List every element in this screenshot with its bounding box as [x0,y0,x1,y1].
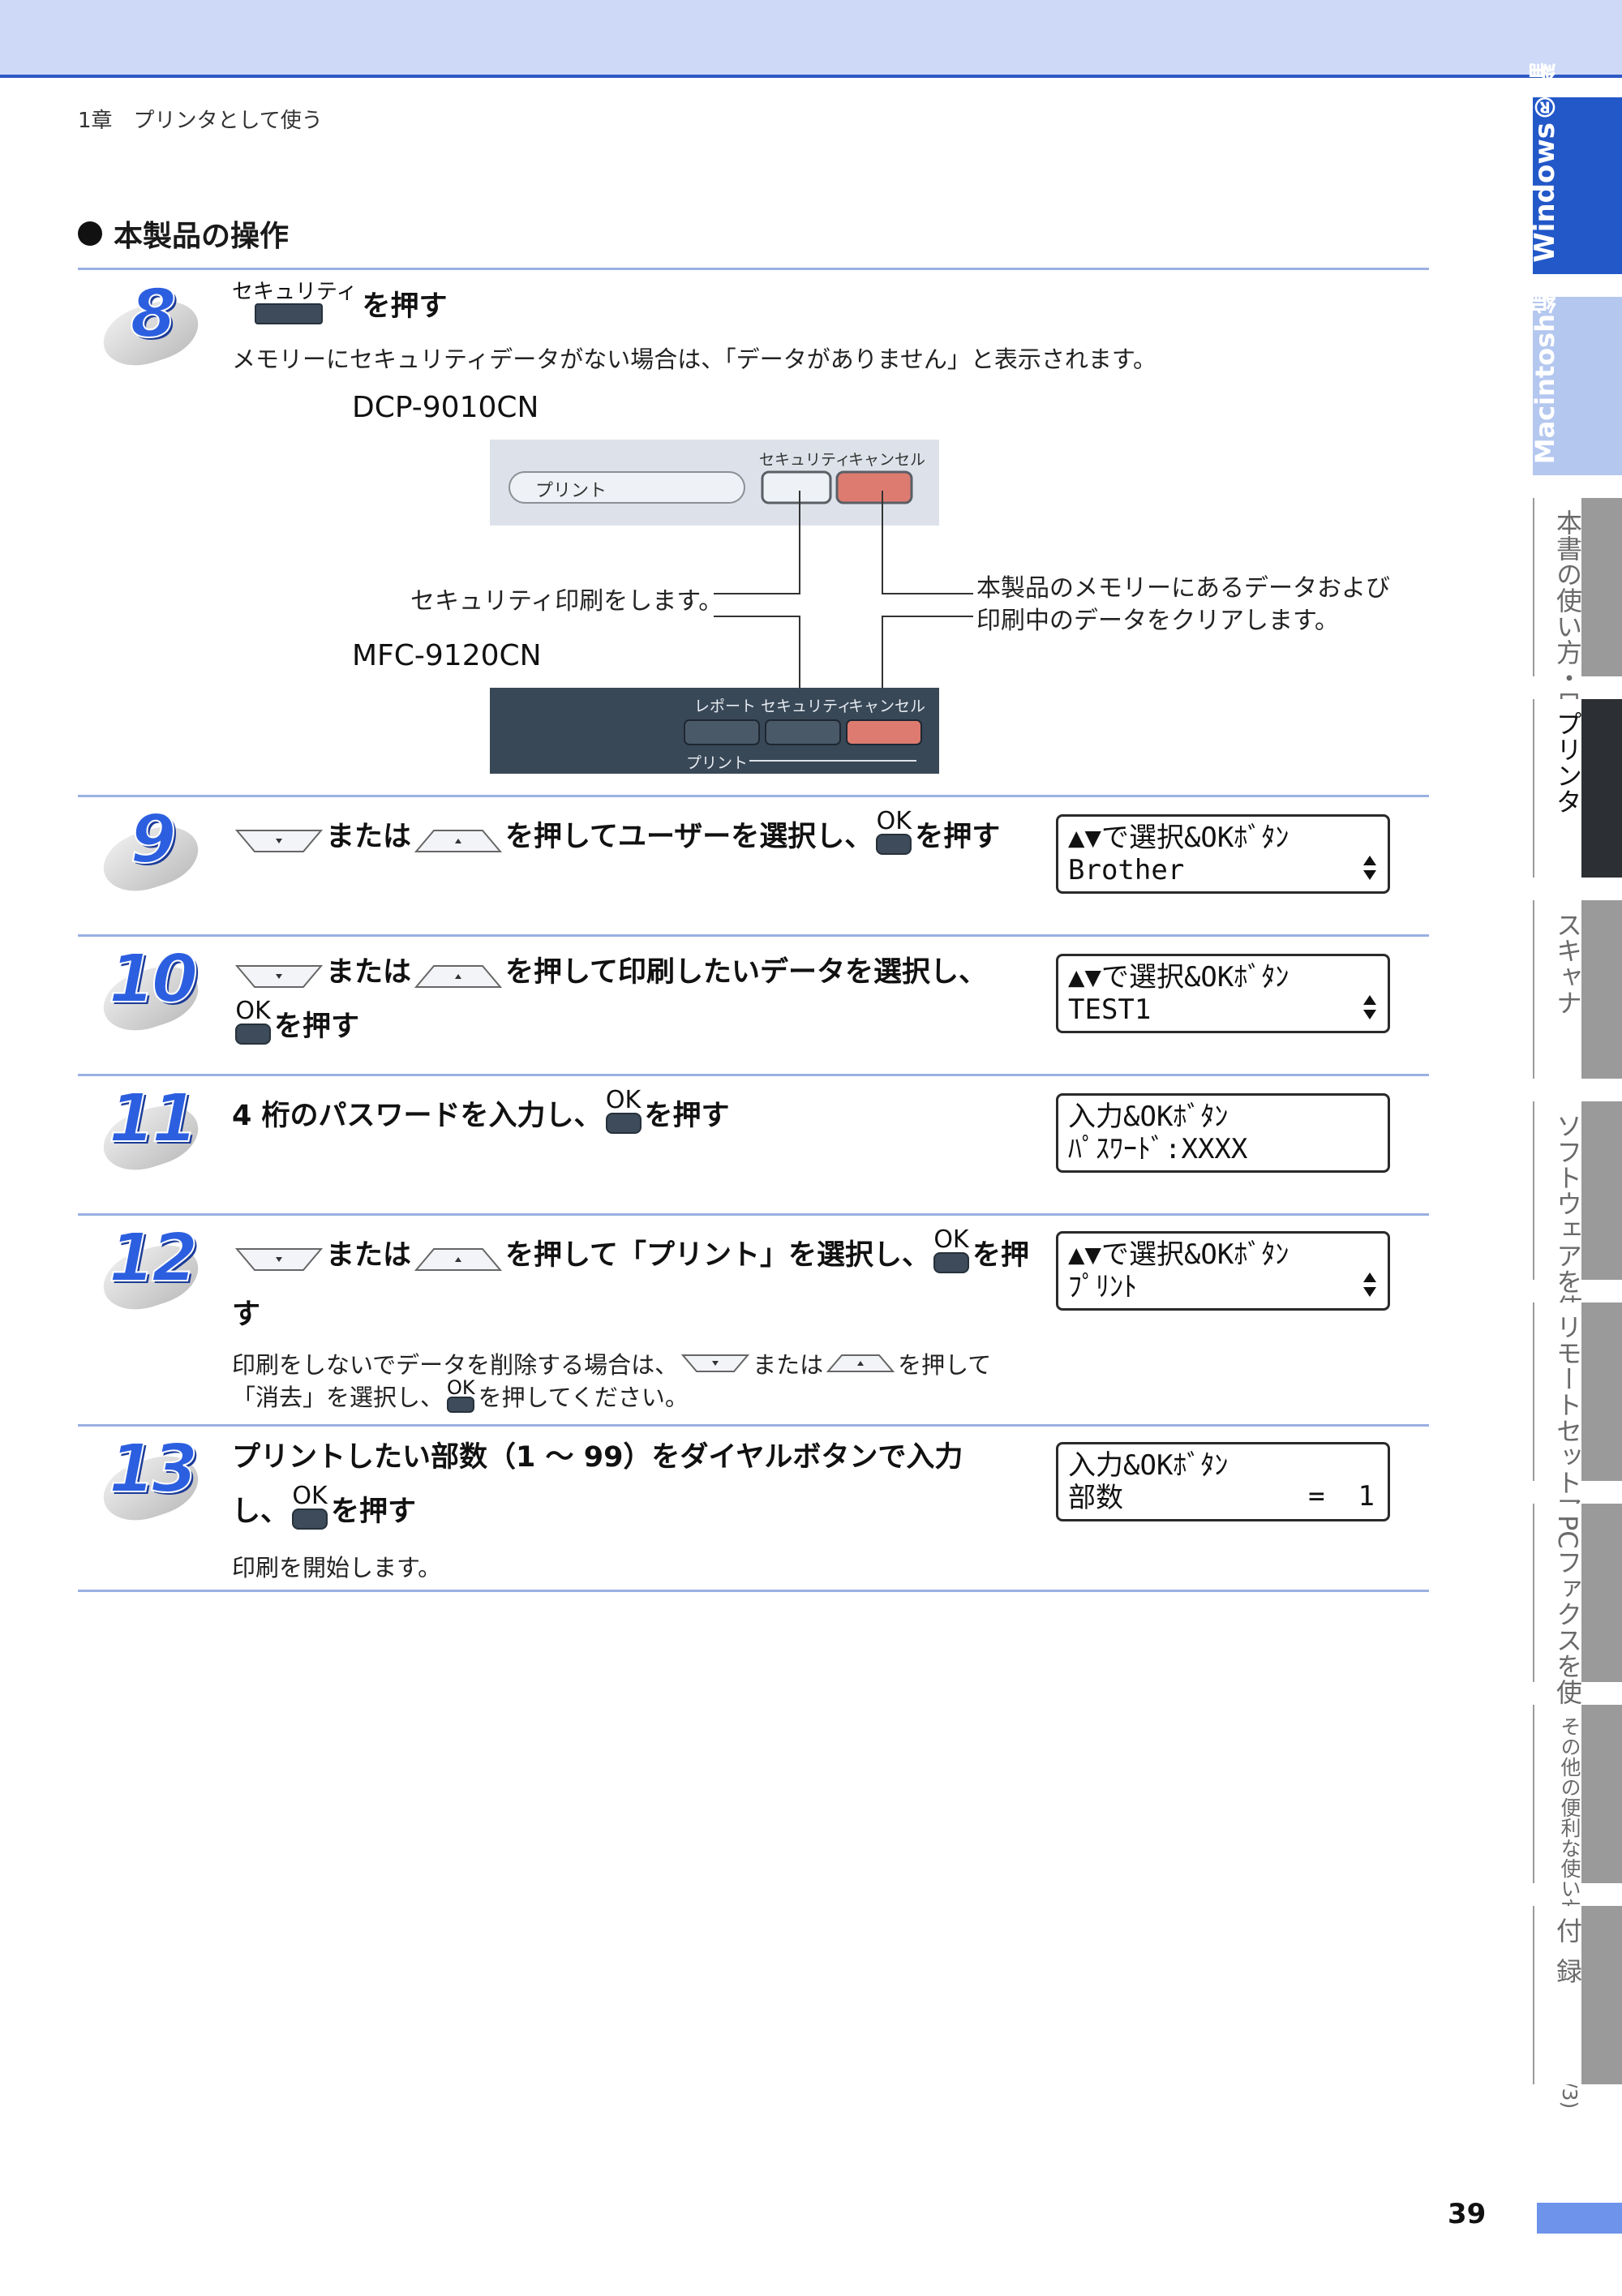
step-number-12: 12 [91,1219,212,1325]
step-number-10: 10 [91,940,212,1046]
up-down-icon [1363,856,1376,880]
step-12-note-line2: 「消去」を選択し、 OK を押してください。 [232,1376,689,1413]
down-arrow-key-icon [681,1353,750,1374]
lcd-display-step13: 入力&OKﾎﾞﾀﾝ 部数 = 1 [1056,1442,1390,1521]
step-12-instruction-cont: す [232,1298,261,1331]
mfc-cancel-label: キャンセル [848,697,926,715]
ok-key-icon: OK [235,999,271,1045]
lcd-display-step11: 入力&OKﾎﾞﾀﾝ ﾊﾟｽﾜｰﾄﾞ:XXXX [1056,1093,1390,1173]
step-number-13: 13 [91,1430,212,1536]
ok-key-icon: OK [447,1378,475,1413]
up-down-icon [1363,995,1376,1019]
mfc-security-label: セキュリティ [761,697,852,715]
callout-cancel-line1: 本製品のメモリーにあるデータおよび [976,574,1390,603]
up-arrow-key-icon [826,1353,895,1374]
callout-security: セキュリティ印刷をします。 [410,587,723,616]
mfc-print-label: プリント [686,754,749,772]
step-13-instruction: プリントしたい部数（1 ～ 99）をダイヤルボタンで入力 [232,1441,963,1474]
tab-software-settings[interactable]: ソフトウェアを使うための設定 [1533,1101,1622,1476]
callout-cancel-line2: 印刷中のデータをクリアします。 [976,607,1339,635]
tab-appendix[interactable]: 付録 [1533,1906,1622,2084]
divider [78,1074,1429,1076]
step-13-note: 印刷を開始します。 [232,1554,442,1581]
up-arrow-key-icon [414,1246,503,1273]
step-12-note-line1: 印刷をしないでデータを削除する場合は、 または を押して [232,1351,992,1379]
divider [78,1590,1429,1592]
lcd-display-step10: ▲▼で選択&OKﾎﾞﾀﾝ TEST1 [1056,954,1390,1033]
ok-key-icon: OK [933,1228,969,1273]
step-10-instruction: または を押して印刷したいデータを選択し、 [232,949,987,990]
divider [78,795,1429,797]
divider [78,1424,1429,1427]
step-10-instruction-cont: OK を押す [235,997,360,1045]
down-arrow-key-icon [235,827,323,855]
ok-key-icon: OK [876,809,912,855]
mfc-report-label: レポート [694,697,757,715]
model-mfc: MFC-9120CN [352,639,542,672]
divider [78,934,1429,937]
page-number-bar [1537,2203,1622,2234]
tab-windows[interactable]: Windows®編 [1529,62,1622,274]
step-number-9: 9 [91,800,212,907]
ok-key-icon: OK [292,1484,328,1530]
tab-scanner[interactable]: スキャナ [1533,900,1622,1079]
step-number-11: 11 [91,1079,212,1186]
tab-other-usage[interactable]: その他の便利な使い方(ControlCenter2/3) [1533,1705,1622,2109]
step-11-instruction: 4 桁のパスワードを入力し、 OK を押す [232,1086,730,1134]
ok-key-icon: OK [605,1088,642,1134]
page-number: 39 [1448,2198,1487,2230]
tab-macintosh[interactable]: Macintosh編 [1530,288,1622,475]
step-12-instruction: または を押して「プリント」を選択し、 OK を押 [232,1228,1029,1273]
tab-remote-setup[interactable]: リモートセットアップ [1533,1302,1622,1573]
step-9-instruction: または を押してユーザーを選択し、 OK を押す [232,809,1000,855]
up-arrow-key-icon [414,827,503,855]
lcd-display-step12: ▲▼で選択&OKﾎﾞﾀﾝ ﾌﾟﾘﾝﾄ [1056,1231,1390,1311]
down-arrow-key-icon [235,1246,323,1273]
lcd-copies-value: = 1 [1308,1480,1375,1513]
tab-printer[interactable]: プリンタ [1533,699,1622,878]
lcd-display-step9: ▲▼で選択&OKﾎﾞﾀﾝ Brother [1056,814,1390,894]
up-arrow-key-icon [414,963,503,990]
up-down-icon [1363,1272,1376,1297]
divider [78,1213,1429,1216]
tab-pc-fax[interactable]: PCファクスを使用する [1533,1504,1622,1783]
down-arrow-key-icon [235,963,323,990]
tab-contents[interactable]: 本書の使い方・目次 [1533,498,1622,743]
mfc-control-panel: レポート セキュリティ キャンセル プリント [490,688,939,774]
step-13-instruction-cont: し、 OK を押す [232,1482,417,1530]
